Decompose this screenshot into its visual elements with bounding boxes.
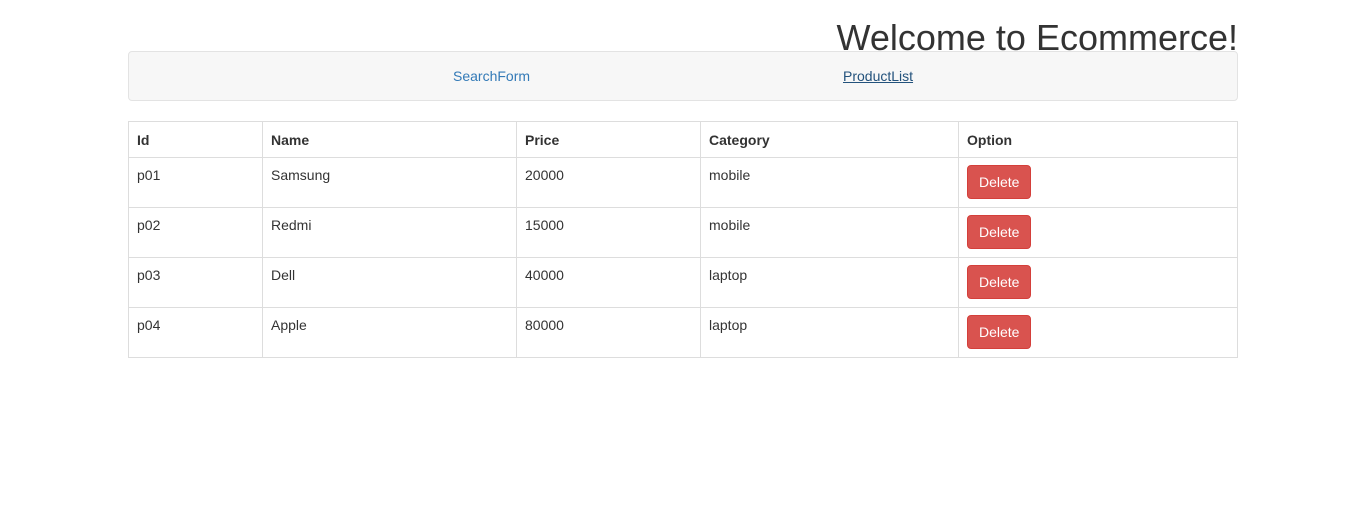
nav-link-productlist[interactable]: ProductList (843, 68, 913, 84)
nav-link-searchform[interactable]: SearchForm (453, 68, 530, 84)
column-header-price: Price (516, 121, 701, 158)
cell-category: mobile (700, 207, 959, 258)
cell-name: Samsung (262, 157, 517, 208)
column-header-id: Id (128, 121, 263, 158)
cell-option: Delete (958, 157, 1238, 208)
delete-button[interactable]: Delete (967, 165, 1032, 199)
cell-id: p02 (128, 207, 263, 258)
cell-price: 40000 (516, 257, 701, 308)
cell-name: Dell (262, 257, 517, 308)
cell-option: Delete (958, 307, 1238, 358)
table-row: p01 Samsung 20000 mobile Delete (128, 157, 1238, 208)
page-title: Welcome to Ecommerce! (836, 17, 1238, 58)
cell-price: 80000 (516, 307, 701, 358)
page-container: Welcome to Ecommerce! SearchForm Product… (128, 0, 1238, 358)
cell-id: p01 (128, 157, 263, 208)
cell-price: 20000 (516, 157, 701, 208)
column-header-category: Category (700, 121, 959, 158)
cell-id: p03 (128, 257, 263, 308)
column-header-option: Option (958, 121, 1238, 158)
cell-category: laptop (700, 257, 959, 308)
delete-button[interactable]: Delete (967, 315, 1032, 349)
cell-option: Delete (958, 257, 1238, 308)
table-row: p04 Apple 80000 laptop Delete (128, 307, 1238, 358)
cell-option: Delete (958, 207, 1238, 258)
cell-name: Redmi (262, 207, 517, 258)
column-header-name: Name (262, 121, 517, 158)
product-table: Id Name Price Category Option p01 Samsun… (128, 121, 1238, 358)
table-row: p03 Dell 40000 laptop Delete (128, 257, 1238, 308)
cell-id: p04 (128, 307, 263, 358)
cell-price: 15000 (516, 207, 701, 258)
cell-name: Apple (262, 307, 517, 358)
cell-category: laptop (700, 307, 959, 358)
cell-category: mobile (700, 157, 959, 208)
navbar: SearchForm ProductList (128, 51, 1238, 101)
delete-button[interactable]: Delete (967, 265, 1032, 299)
delete-button[interactable]: Delete (967, 215, 1032, 249)
table-header-row: Id Name Price Category Option (128, 121, 1238, 158)
table-row: p02 Redmi 15000 mobile Delete (128, 207, 1238, 258)
